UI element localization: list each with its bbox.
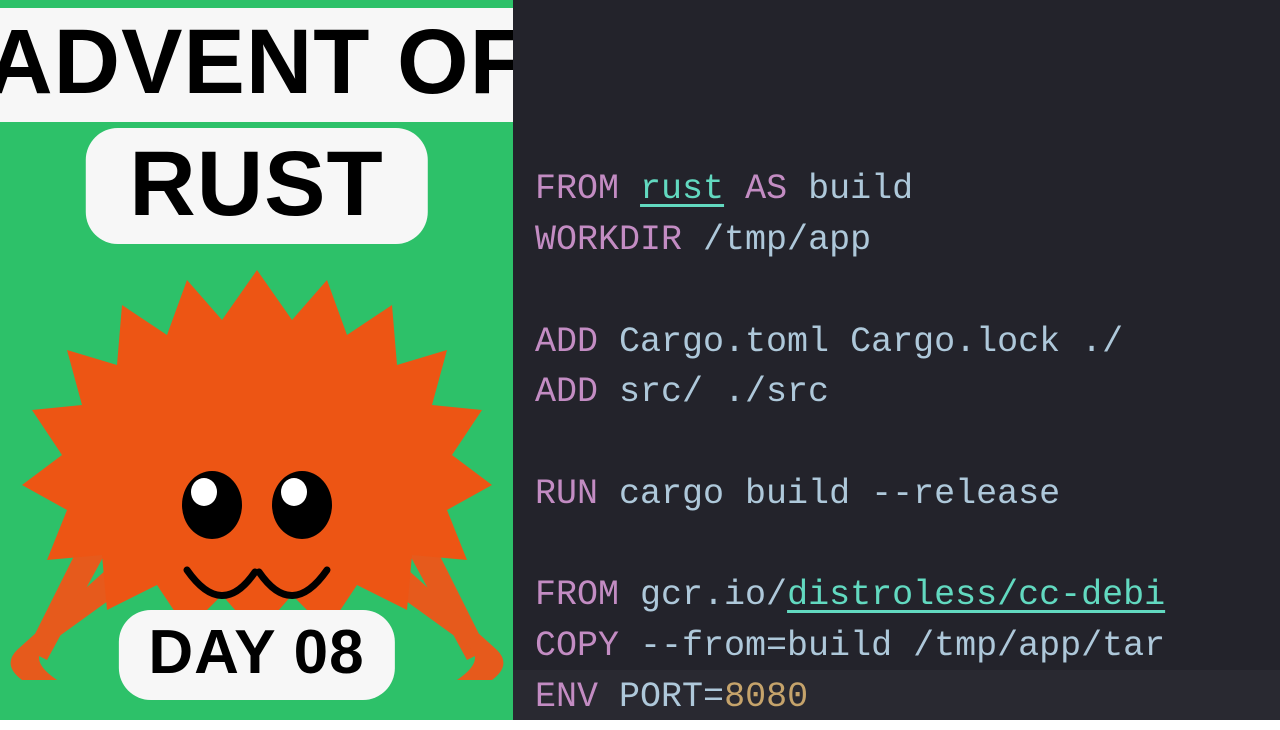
add-src: src/ ./src bbox=[619, 372, 829, 412]
kw-add-1: ADD bbox=[535, 322, 598, 362]
kw-from-2: FROM bbox=[535, 575, 619, 615]
kw-from: FROM bbox=[535, 169, 619, 209]
env-port: 8080 bbox=[724, 677, 808, 717]
kw-env: ENV bbox=[535, 677, 598, 717]
run-build: cargo build --release bbox=[619, 474, 1060, 514]
kw-run: RUN bbox=[535, 474, 598, 514]
workdir-path: /tmp/app bbox=[703, 220, 871, 260]
gcr-prefix: gcr.io/ bbox=[640, 575, 787, 615]
title-line-1: ADVENT OF bbox=[0, 8, 557, 122]
img-rust: rust bbox=[640, 169, 724, 209]
copy-args: --from=build /tmp/app/tar bbox=[640, 626, 1165, 666]
thumbnail-left-panel: ADVENT OF RUST DAY 08 bbox=[0, 0, 513, 720]
kw-as: AS bbox=[745, 169, 787, 209]
dockerfile-code: FROM rust AS build WORKDIR /tmp/app ADD … bbox=[535, 164, 1280, 720]
add-cargo: Cargo.toml Cargo.lock ./ bbox=[619, 322, 1123, 362]
day-badge: DAY 08 bbox=[118, 610, 394, 700]
env-var: PORT= bbox=[619, 677, 724, 717]
code-panel: FROM rust AS build WORKDIR /tmp/app ADD … bbox=[513, 0, 1280, 720]
kw-copy: COPY bbox=[535, 626, 619, 666]
img-distroless: distroless/cc-debi bbox=[787, 575, 1165, 615]
kw-add-2: ADD bbox=[535, 372, 598, 412]
stage-build: build bbox=[808, 169, 913, 209]
kw-workdir: WORKDIR bbox=[535, 220, 682, 260]
